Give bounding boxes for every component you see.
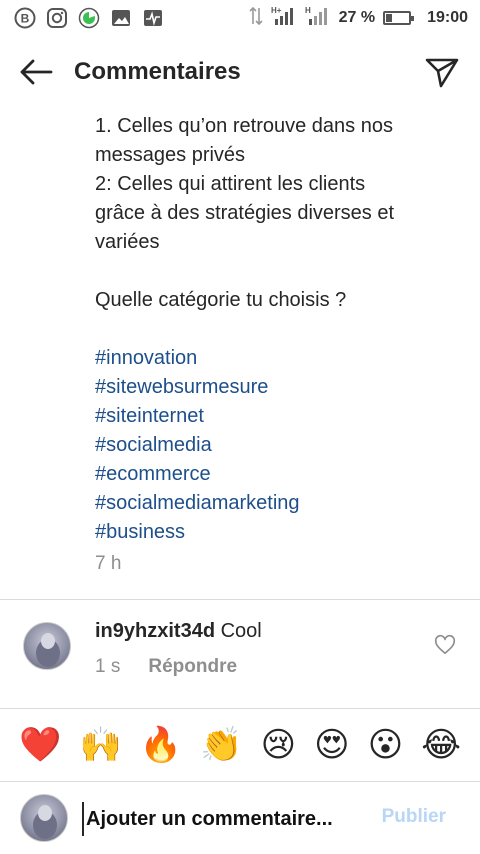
emoji-reaction-bar: ❤️ 🙌 🔥 👏 😢 😍 😮 😂 xyxy=(0,709,480,781)
comment-composer: Publier xyxy=(0,782,480,854)
caption-line: messages privés xyxy=(95,144,246,166)
hashtag-list: #innovation #sitewebsurmesure #siteinterne… xyxy=(95,344,465,547)
battery-icon xyxy=(383,11,415,25)
emoji-fire[interactable]: 🔥 xyxy=(140,725,182,765)
hashtag-link[interactable]: #socialmediamarketing xyxy=(95,489,465,518)
publish-button[interactable]: Publier xyxy=(382,806,446,828)
caption-line: 2: Celles qui attirent les clients xyxy=(95,173,366,195)
comment-input[interactable] xyxy=(82,802,352,836)
caption-line: 1. Celles qu’on retrouve dans nos xyxy=(95,115,393,137)
caption-line xyxy=(95,315,465,344)
caption-line: Quelle catégorie tu choisis ? xyxy=(95,289,347,311)
comment-timestamp: 1 s xyxy=(95,656,121,677)
comment-item: in9yhzxit34d Cool 1 s Répondre xyxy=(0,600,480,708)
battery-percentage: 27 % xyxy=(338,9,376,26)
user-avatar xyxy=(20,794,68,842)
commenter-avatar[interactable] xyxy=(23,622,71,670)
notification-icons: B xyxy=(14,7,164,29)
activity-icon xyxy=(142,7,164,29)
share-button[interactable] xyxy=(422,52,462,92)
caption-text: 1. Celles qu’on retrouve dans nos message… xyxy=(95,112,465,344)
caption-line: grâce à des stratégies diverses et xyxy=(95,202,395,224)
comment-username[interactable]: in9yhzxit34d xyxy=(95,620,215,642)
gallery-icon xyxy=(110,7,132,29)
page-title: Commentaires xyxy=(74,58,241,85)
emoji-raising-hands[interactable]: 🙌 xyxy=(79,725,121,765)
comment-body: in9yhzxit34d Cool xyxy=(95,620,262,643)
comment-message: Cool xyxy=(220,620,262,642)
emoji-heart-eyes[interactable]: 😍 xyxy=(314,725,349,765)
data-transfer-icon xyxy=(249,6,263,31)
network-type-sim1: H+ xyxy=(271,6,282,15)
arrow-left-icon xyxy=(20,59,53,85)
comment-meta: 1 s Répondre xyxy=(95,656,237,678)
reply-button[interactable]: Répondre xyxy=(148,656,237,678)
hashtag-link[interactable]: #sitewebsurmesure xyxy=(95,373,465,402)
heart-icon xyxy=(434,634,456,655)
signal-icon-sim2: H xyxy=(305,5,331,32)
caption-line xyxy=(95,257,465,286)
network-type-sim2: H xyxy=(305,6,311,15)
back-button[interactable] xyxy=(16,52,56,92)
status-bar: B H+ H 27 % 19:00 xyxy=(0,0,480,36)
data-usage-icon xyxy=(78,7,100,29)
emoji-heart[interactable]: ❤️ xyxy=(19,725,61,765)
like-button[interactable] xyxy=(434,634,458,658)
emoji-clapping-hands[interactable]: 👏 xyxy=(200,725,242,765)
instagram-icon xyxy=(46,7,68,29)
hashtag-link[interactable]: #socialmedia xyxy=(95,431,465,460)
hashtag-link[interactable]: #business xyxy=(95,518,465,547)
paper-plane-icon xyxy=(425,58,459,88)
hashtag-link[interactable]: #innovation xyxy=(95,344,465,373)
header: Commentaires xyxy=(0,44,480,100)
signal-icon-sim1: H+ xyxy=(271,5,297,32)
emoji-surprised-face[interactable]: 😮 xyxy=(368,725,403,765)
hashtag-link[interactable]: #ecommerce xyxy=(95,460,465,489)
hashtag-link[interactable]: #siteinternet xyxy=(95,402,465,431)
battery-level xyxy=(386,14,393,22)
bitcoin-app-icon: B xyxy=(14,7,36,29)
emoji-tears-of-joy[interactable]: 😂 xyxy=(421,725,461,765)
caption-line: variées xyxy=(95,231,160,253)
system-indicators: H+ H 27 % 19:00 xyxy=(249,5,468,32)
svg-text:B: B xyxy=(21,12,30,26)
clock: 19:00 xyxy=(427,9,468,26)
emoji-crying-face[interactable]: 😢 xyxy=(261,725,296,765)
post-caption: 1. Celles qu’on retrouve dans nos message… xyxy=(95,112,465,547)
post-timestamp: 7 h xyxy=(95,553,122,574)
